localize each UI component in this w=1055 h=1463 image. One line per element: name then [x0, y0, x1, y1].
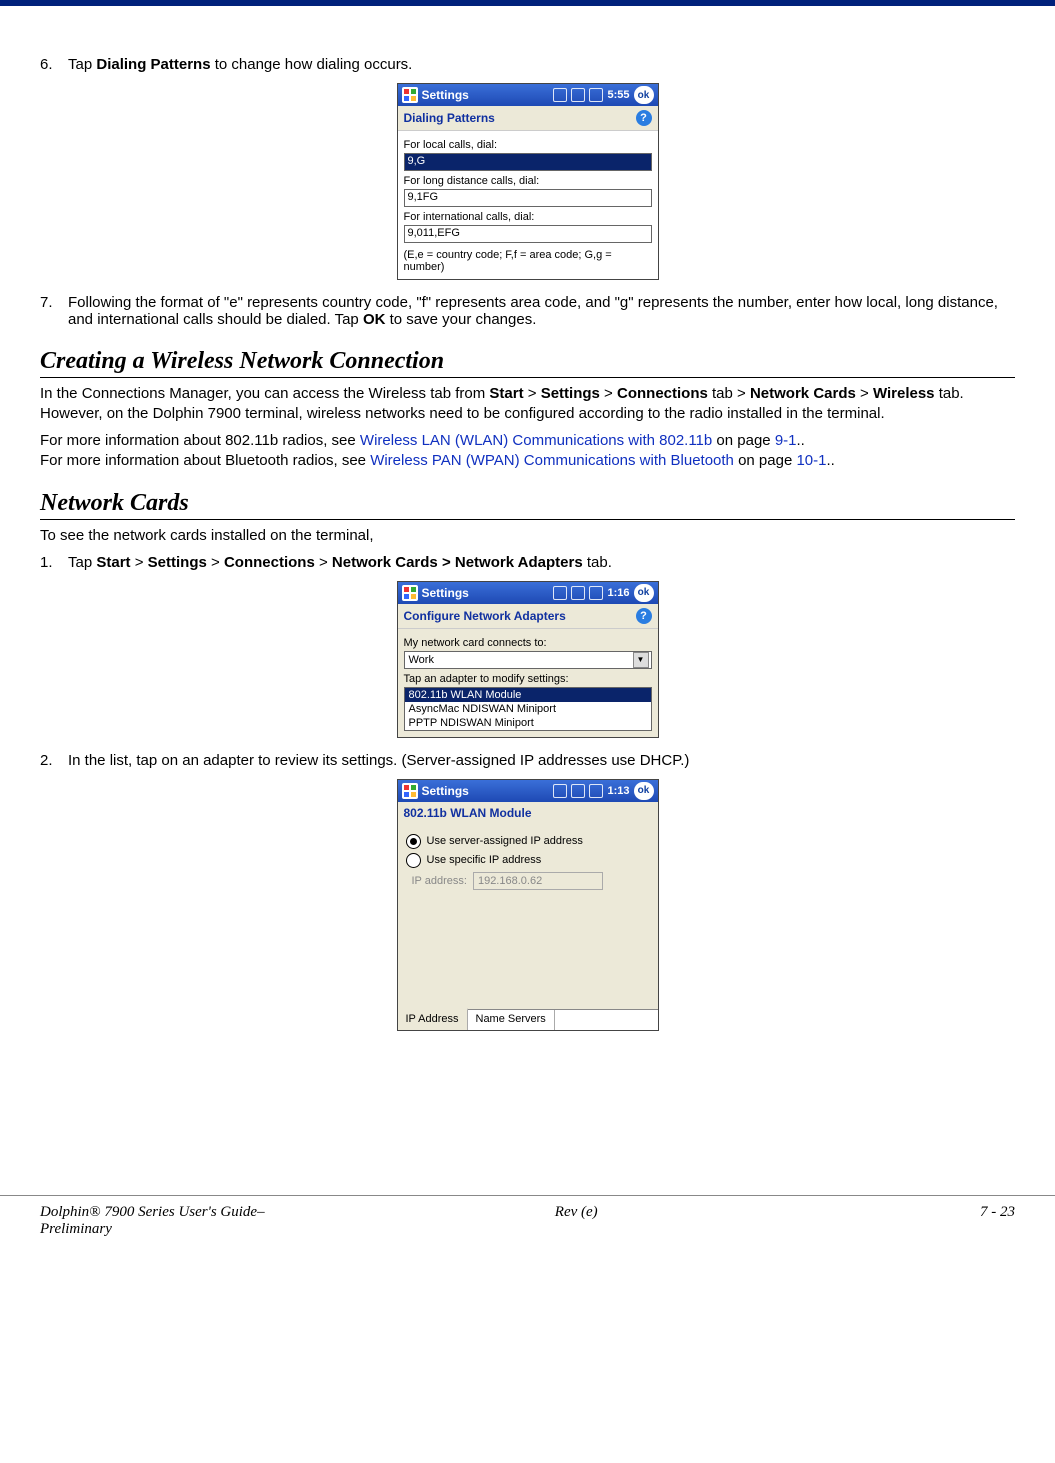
- screenshot-wlan-module: Settings 1:13 ok 802.11b WLAN Module Use…: [397, 779, 659, 1031]
- link-wlan[interactable]: Wireless LAN (WLAN) Communications with …: [360, 432, 712, 449]
- input-long[interactable]: 9,1FG: [404, 189, 652, 207]
- heading-network-cards: Network Cards: [40, 490, 1015, 520]
- nc-step-2: 2. In the list, tap on an adapter to rev…: [40, 752, 1015, 769]
- ip-address-row: IP address: 192.168.0.62: [412, 872, 650, 890]
- system-tray: 1:13: [553, 784, 629, 798]
- label-connects-to: My network card connects to:: [404, 637, 652, 649]
- battery-icon[interactable]: [553, 784, 567, 798]
- help-icon[interactable]: ?: [636, 608, 652, 624]
- dropdown-connects-to[interactable]: Work ▼: [404, 651, 652, 669]
- titlebar: Settings 1:16 ok: [398, 582, 658, 604]
- clock: 1:13: [607, 785, 629, 797]
- clock: 5:55: [607, 89, 629, 101]
- panel-title: Dialing Patterns: [404, 111, 495, 125]
- start-flag-icon[interactable]: [402, 783, 418, 799]
- volume-icon[interactable]: [589, 586, 603, 600]
- list-item[interactable]: AsyncMac NDISWAN Miniport: [405, 702, 651, 716]
- label-long: For long distance calls, dial:: [404, 175, 652, 187]
- para-more-info: For more information about 802.11b radio…: [40, 431, 1015, 470]
- hint-text: (E,e = country code; F,f = area code; G,…: [404, 249, 652, 273]
- screenshot-network-adapters: Settings 1:16 ok Configure Network Adapt…: [397, 581, 659, 738]
- connection-icon[interactable]: [571, 784, 585, 798]
- footer-subtitle: Preliminary: [40, 1221, 112, 1237]
- window-title: Settings: [422, 784, 554, 798]
- link-wpan[interactable]: Wireless PAN (WPAN) Communications with …: [370, 452, 734, 469]
- panel-title: 802.11b WLAN Module: [404, 806, 532, 820]
- help-icon[interactable]: ?: [636, 110, 652, 126]
- step-7-text: Following the format of "e" represents c…: [68, 294, 1015, 328]
- panel-title-row: Dialing Patterns ?: [398, 106, 658, 131]
- start-flag-icon[interactable]: [402, 87, 418, 103]
- radio-server-ip[interactable]: Use server-assigned IP address: [406, 834, 650, 849]
- ok-button[interactable]: ok: [634, 584, 654, 602]
- tab-name-servers[interactable]: Name Servers: [468, 1010, 555, 1030]
- ok-button[interactable]: ok: [634, 86, 654, 104]
- step-7: 7. Following the format of "e" represent…: [40, 294, 1015, 328]
- ip-input[interactable]: 192.168.0.62: [473, 872, 603, 890]
- panel-title: Configure Network Adapters: [404, 609, 566, 623]
- nc-step-1: 1. Tap Start > Settings > Connections > …: [40, 554, 1015, 571]
- footer-title: Dolphin® 7900 Series User's Guide–: [40, 1204, 265, 1220]
- list-item[interactable]: PPTP NDISWAN Miniport: [405, 716, 651, 730]
- battery-icon[interactable]: [553, 586, 567, 600]
- nc-step-1-num: 1.: [40, 554, 68, 571]
- panel-title-row: Configure Network Adapters ?: [398, 604, 658, 629]
- ok-button[interactable]: ok: [634, 782, 654, 800]
- nc-step-2-num: 2.: [40, 752, 68, 769]
- input-intl[interactable]: 9,011,EFG: [404, 225, 652, 243]
- panel-title-row: 802.11b WLAN Module: [398, 802, 658, 824]
- para-wireless-intro: In the Connections Manager, you can acce…: [40, 384, 1015, 423]
- screenshot-dialing-patterns: Settings 5:55 ok Dialing Patterns ? For …: [397, 83, 659, 280]
- page-footer: Dolphin® 7900 Series User's Guide– Preli…: [0, 1195, 1055, 1248]
- label-adapter: Tap an adapter to modify settings:: [404, 673, 652, 685]
- link-page-10-1[interactable]: 10-1: [796, 452, 826, 469]
- input-local[interactable]: 9,G: [404, 153, 652, 171]
- window-title: Settings: [422, 586, 554, 600]
- tab-bar: IP Address Name Servers: [398, 1009, 658, 1030]
- list-item[interactable]: 802.11b WLAN Module: [405, 688, 651, 702]
- step-7-num: 7.: [40, 294, 68, 328]
- adapter-list[interactable]: 802.11b WLAN Module AsyncMac NDISWAN Min…: [404, 687, 652, 731]
- footer-page: 7 - 23: [674, 1204, 1015, 1238]
- signal-icon[interactable]: [553, 88, 567, 102]
- clock: 1:16: [607, 587, 629, 599]
- window-title: Settings: [422, 88, 554, 102]
- link-page-9-1[interactable]: 9-1: [775, 432, 797, 449]
- step-6-num: 6.: [40, 56, 68, 73]
- titlebar: Settings 5:55 ok: [398, 84, 658, 106]
- system-tray: 5:55: [553, 88, 629, 102]
- chevron-down-icon: ▼: [633, 652, 649, 668]
- label-local: For local calls, dial:: [404, 139, 652, 151]
- volume-icon[interactable]: [589, 784, 603, 798]
- connection-icon[interactable]: [571, 586, 585, 600]
- para-network-cards-intro: To see the network cards installed on th…: [40, 526, 1015, 546]
- footer-rev: Rev (e): [479, 1204, 674, 1238]
- label-intl: For international calls, dial:: [404, 211, 652, 223]
- titlebar: Settings 1:13 ok: [398, 780, 658, 802]
- start-flag-icon[interactable]: [402, 585, 418, 601]
- connection-icon[interactable]: [571, 88, 585, 102]
- ip-label: IP address:: [412, 875, 467, 887]
- volume-icon[interactable]: [589, 88, 603, 102]
- step-6: 6. Tap Dialing Patterns to change how di…: [40, 56, 1015, 73]
- heading-wireless-connection: Creating a Wireless Network Connection: [40, 348, 1015, 378]
- radio-specific-ip[interactable]: Use specific IP address: [406, 853, 650, 868]
- nc-step-2-text: In the list, tap on an adapter to review…: [68, 752, 1015, 769]
- step-6-text: Tap Dialing Patterns to change how diali…: [68, 56, 1015, 73]
- nc-step-1-text: Tap Start > Settings > Connections > Net…: [68, 554, 1015, 571]
- tab-ip-address[interactable]: IP Address: [398, 1008, 468, 1030]
- radio-icon: [406, 853, 421, 868]
- radio-icon: [406, 834, 421, 849]
- system-tray: 1:16: [553, 586, 629, 600]
